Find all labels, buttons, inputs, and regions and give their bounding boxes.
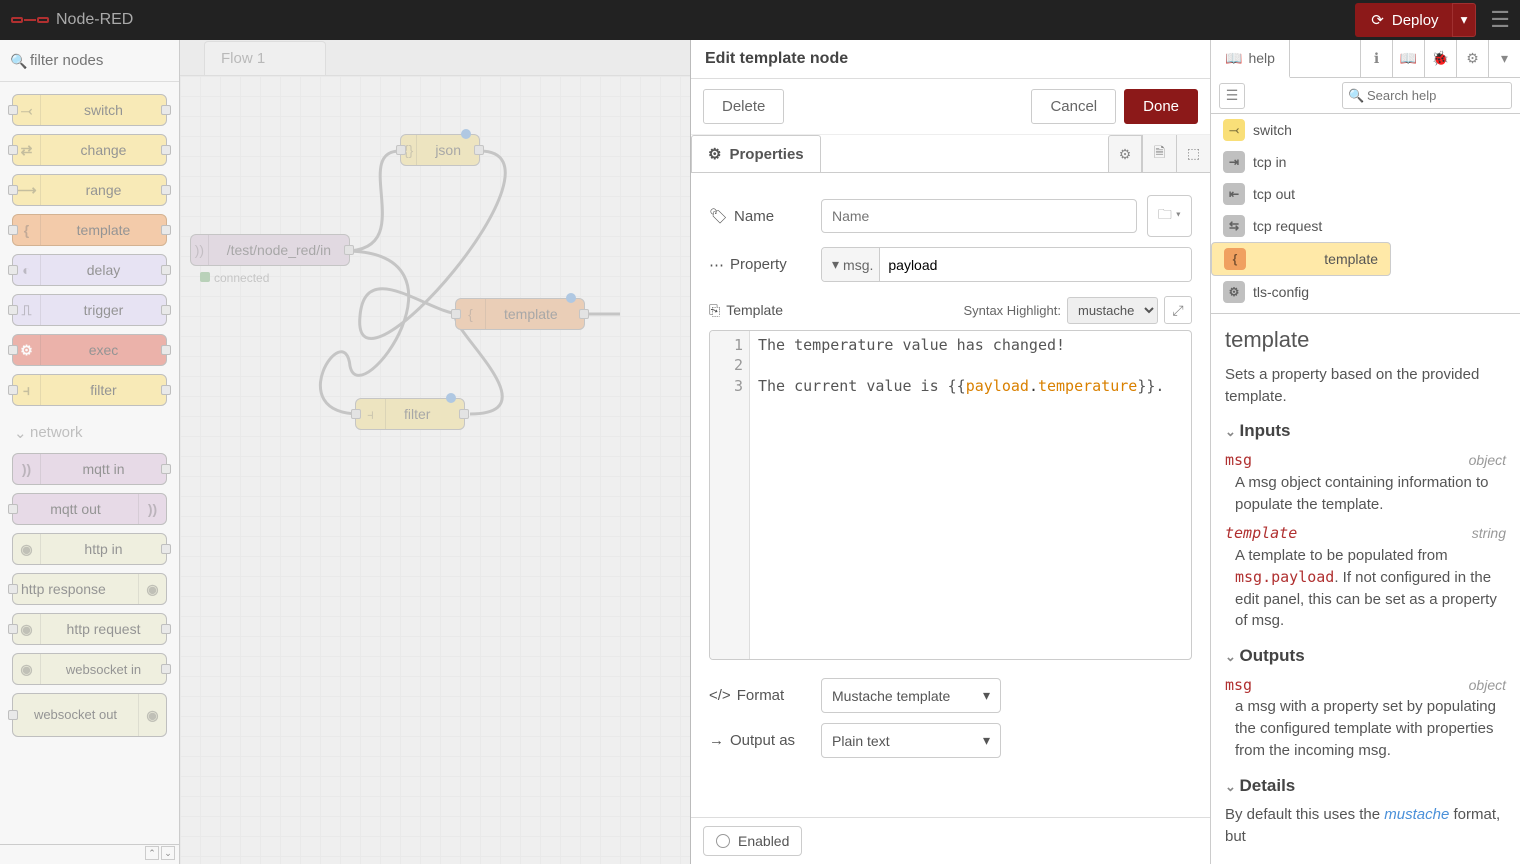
palette-node-change[interactable]: ⇄change (12, 134, 167, 166)
palette-node-http-response[interactable]: http response◉ (12, 573, 167, 605)
palette-collapse-button[interactable]: ⌃ (145, 846, 159, 860)
node-status: connected (200, 271, 269, 285)
search-icon: 🔍 (10, 53, 27, 70)
tag-icon: 🏷 (709, 207, 728, 225)
help-details-heading[interactable]: Details (1225, 774, 1506, 799)
main-menu-icon[interactable]: ☰ (1490, 7, 1510, 33)
book-icon: 📖 (1225, 50, 1242, 67)
help-sidebar: 📖help ℹ 📖 🐞 ⚙ ▾ ☰ 🔍 ⤙switch⇥tcp in⇤tcp o… (1210, 40, 1520, 864)
node-appearance-icon[interactable]: ⬚ (1176, 135, 1210, 172)
gear-icon: ⚙ (708, 145, 721, 163)
palette-node-websocket-out[interactable]: websocket out◉ (12, 693, 167, 737)
app-title: Node-RED (56, 11, 133, 29)
code-icon: </> (709, 687, 731, 704)
help-list-item[interactable]: ⚙tls-config (1211, 276, 1520, 308)
help-node-list[interactable]: ⤙switch⇥tcp in⇤tcp out⇆tcp request{templ… (1211, 114, 1520, 314)
deploy-label: Deploy (1392, 12, 1439, 29)
arrow-right-icon: → (709, 732, 724, 749)
palette-expand-button[interactable]: ⌄ (161, 846, 175, 860)
palette-node-websocket-in[interactable]: ◉websocket in (12, 653, 167, 685)
node-description-icon[interactable]: 🗎 (1142, 135, 1176, 172)
search-icon: 🔍 (1348, 88, 1364, 104)
done-button[interactable]: Done (1124, 89, 1198, 124)
canvas-node-template[interactable]: {template (455, 298, 585, 330)
deploy-menu-caret[interactable]: ▾ (1452, 3, 1477, 37)
category-network[interactable]: network (30, 424, 83, 441)
filter-nodes-input[interactable] (6, 46, 173, 75)
ellipsis-icon: ⋯ (709, 256, 724, 274)
name-input[interactable] (821, 199, 1137, 233)
palette-node-http-in[interactable]: ◉http in (12, 533, 167, 565)
property-label: Property (730, 256, 787, 273)
app-header: Node-RED ⟳ Deploy ▾ ☰ (0, 0, 1520, 40)
help-list-item[interactable]: ⤙switch (1211, 114, 1520, 146)
template-icon: ⎘ (709, 302, 720, 319)
template-label: Template (726, 302, 783, 318)
palette-node-delay[interactable]: ◐delay (12, 254, 167, 286)
help-summary: Sets a property based on the provided te… (1225, 364, 1506, 408)
help-list-item[interactable]: ⇥tcp in (1211, 146, 1520, 178)
help-list-item[interactable]: ⇆tcp request (1211, 210, 1520, 242)
template-editor[interactable]: 123 The temperature value has changed! T… (709, 330, 1192, 660)
properties-tab[interactable]: ⚙Properties (691, 135, 821, 172)
palette-node-range[interactable]: ⟶range (12, 174, 167, 206)
flow-canvas[interactable]: ))/test/node_red/in connected {}json {te… (180, 76, 690, 864)
help-tab-icon[interactable]: 📖 (1392, 40, 1424, 77)
debug-tab-icon[interactable]: 🐞 (1424, 40, 1456, 77)
node-settings-icon[interactable]: ⚙ (1108, 135, 1142, 172)
help-tab[interactable]: 📖help (1211, 40, 1290, 78)
format-label: Format (737, 687, 785, 704)
help-search-input[interactable] (1342, 82, 1512, 109)
property-input[interactable] (880, 248, 1191, 281)
palette-node-template[interactable]: {template (12, 214, 167, 246)
help-toc-button[interactable]: ☰ (1219, 83, 1245, 109)
palette-node-exec[interactable]: ⚙exec (12, 334, 167, 366)
name-label: Name (734, 208, 774, 225)
edit-tray-title: Edit template node (691, 40, 1210, 79)
info-tab-icon[interactable]: ℹ (1360, 40, 1392, 77)
help-list-item[interactable]: ⇤tcp out (1211, 178, 1520, 210)
workspace: Flow 1 ))/test/node_red/in connected {}j… (180, 40, 690, 864)
flow-tab[interactable]: Flow 1 (204, 41, 326, 75)
edit-tray: Edit template node Delete Cancel Done ⚙P… (690, 40, 1210, 864)
delete-button[interactable]: Delete (703, 89, 784, 124)
deploy-icon: ⟳ (1371, 11, 1384, 29)
sidebar-menu-caret[interactable]: ▾ (1488, 40, 1520, 77)
expand-editor-button[interactable]: ⤢ (1164, 296, 1192, 324)
format-select[interactable]: Mustache template▾ (821, 678, 1001, 713)
mustache-link[interactable]: mustache (1384, 806, 1449, 823)
syntax-select[interactable]: mustache (1067, 297, 1158, 324)
app-logo (10, 10, 50, 30)
palette-node-mqtt-out[interactable]: mqtt out)) (12, 493, 167, 525)
help-list-item[interactable]: {template (1211, 242, 1391, 276)
help-outputs-heading[interactable]: Outputs (1225, 644, 1506, 669)
palette-sidebar: 🔍 ⤙switch ⇄change ⟶range {template ◐dela… (0, 40, 180, 864)
palette-node-switch[interactable]: ⤙switch (12, 94, 167, 126)
syntax-label: Syntax Highlight: (963, 303, 1061, 318)
icon-picker[interactable]: 🗀 ▾ (1147, 195, 1192, 237)
canvas-node-filter[interactable]: ⫞filter (355, 398, 465, 430)
palette-node-http-request[interactable]: ◉http request (12, 613, 167, 645)
palette-node-filter[interactable]: ⫞filter (12, 374, 167, 406)
canvas-node-mqtt-in[interactable]: ))/test/node_red/in (190, 234, 350, 266)
config-tab-icon[interactable]: ⚙ (1456, 40, 1488, 77)
chevron-down-icon[interactable]: ⌄ (14, 424, 27, 442)
enabled-toggle[interactable]: Enabled (703, 826, 802, 856)
deploy-button[interactable]: ⟳ Deploy (1355, 3, 1454, 37)
palette-node-mqtt-in[interactable]: ))mqtt in (12, 453, 167, 485)
help-title: template (1225, 324, 1506, 356)
help-inputs-heading[interactable]: Inputs (1225, 419, 1506, 444)
output-as-select[interactable]: Plain text▾ (821, 723, 1001, 758)
property-type-selector[interactable]: ▾msg. (822, 248, 880, 281)
cancel-button[interactable]: Cancel (1031, 89, 1116, 124)
palette-node-trigger[interactable]: ⎍trigger (12, 294, 167, 326)
output-as-label: Output as (730, 732, 795, 749)
canvas-node-json[interactable]: {}json (400, 134, 480, 166)
